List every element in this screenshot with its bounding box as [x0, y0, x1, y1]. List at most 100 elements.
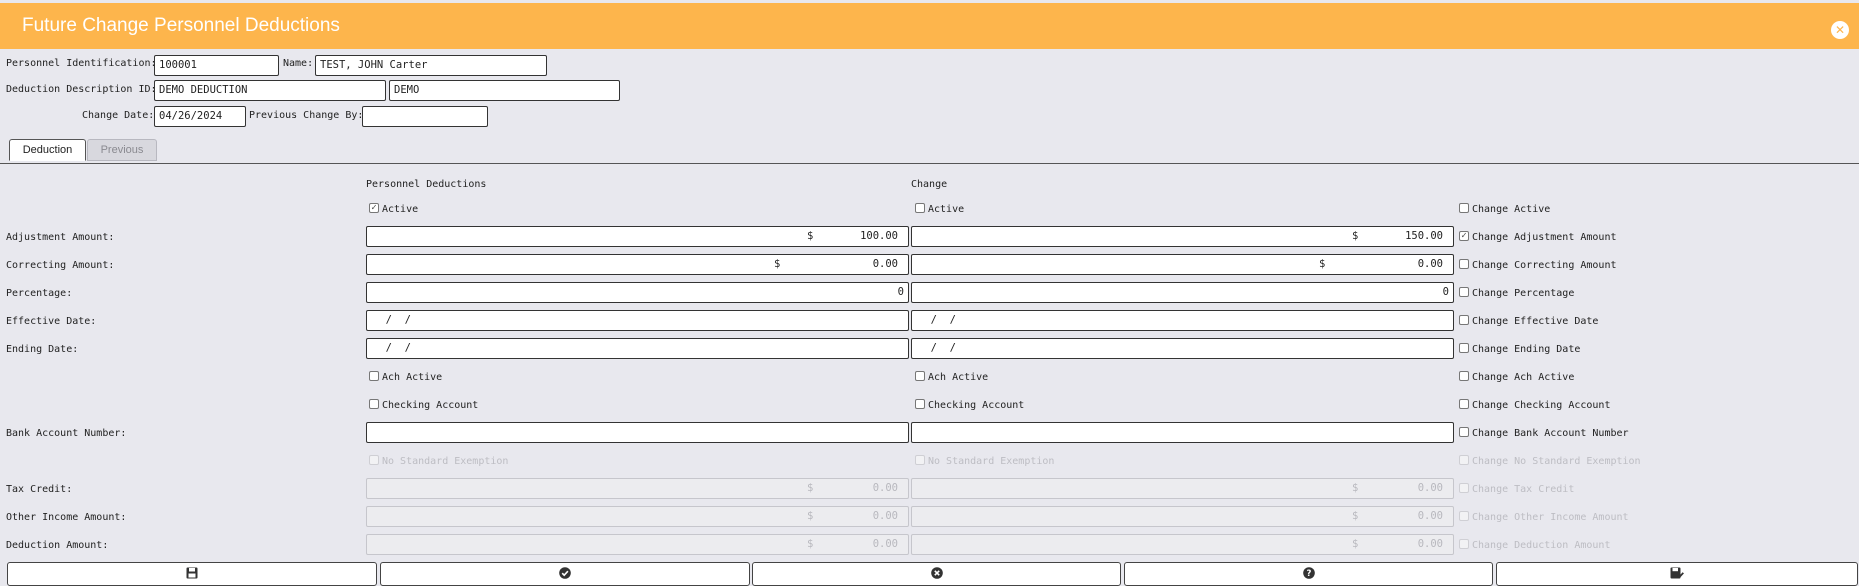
tax-credit-field: $0.00	[366, 478, 909, 499]
change-ending-date-field[interactable]: / /	[911, 338, 1454, 359]
personnel-id-label: Personnel Identification:	[6, 58, 157, 69]
change-active-value-label: Active	[928, 204, 965, 215]
other-income-field: $0.00	[366, 506, 909, 527]
effective-date-label: Effective Date:	[6, 316, 97, 327]
change-tax-credit-value: 0.00	[1417, 482, 1443, 494]
ach-active-label: Ach Active	[382, 372, 443, 383]
change-deduction-amount-value: 0.00	[1417, 538, 1443, 550]
cancel-button[interactable]	[752, 562, 1121, 586]
currency-symbol: $	[1319, 258, 1326, 270]
change-adjustment-amount-label: Change Adjustment Amount	[1472, 232, 1617, 243]
svg-text:?: ?	[1306, 569, 1311, 579]
help-button[interactable]: ?	[1124, 562, 1493, 586]
change-checking-account-label: Change Checking Account	[1472, 400, 1611, 411]
save-complete-button[interactable]	[1496, 562, 1858, 586]
no-std-exemption-checkbox	[369, 455, 379, 465]
change-date-field[interactable]: 04/26/2024	[154, 106, 246, 127]
change-correcting-amount-value: 0.00	[1417, 258, 1443, 270]
percentage-label: Percentage:	[6, 288, 73, 299]
change-checking-value-label: Checking Account	[928, 400, 1025, 411]
change-ach-active-checkbox[interactable]	[1459, 371, 1469, 381]
ok-button[interactable]	[380, 562, 750, 586]
name-label: Name:	[283, 58, 314, 69]
currency-symbol: $	[1352, 230, 1359, 242]
change-other-income-checkbox	[1459, 511, 1469, 521]
change-adjustment-amount-checkbox[interactable]: ✓	[1459, 231, 1469, 241]
column-header-change: Change	[911, 179, 948, 190]
change-no-std-exemption-label: Change No Standard Exemption	[1472, 456, 1641, 467]
change-adjustment-amount-field[interactable]: $150.00	[911, 226, 1454, 247]
adjustment-amount-label: Adjustment Amount:	[6, 232, 115, 243]
ending-date-field[interactable]: / /	[366, 338, 909, 359]
window-title: Future Change Personnel Deductions	[22, 15, 340, 36]
other-income-label: Other Income Amount:	[6, 512, 127, 523]
ach-active-checkbox[interactable]	[369, 371, 379, 381]
tab-divider	[0, 163, 1859, 164]
adjustment-amount-field[interactable]: $100.00	[366, 226, 909, 247]
x-circle-icon	[930, 567, 943, 582]
change-checking-account-checkbox[interactable]	[1459, 399, 1469, 409]
currency-symbol: $	[807, 230, 814, 242]
correcting-amount-field[interactable]: $0.00	[366, 254, 909, 275]
change-other-income-label: Change Other Income Amount	[1472, 512, 1629, 523]
active-label: Active	[382, 204, 419, 215]
change-bank-account-label: Change Bank Account Number	[1472, 428, 1629, 439]
correcting-amount-label: Correcting Amount:	[6, 260, 115, 271]
adjustment-amount-value: 100.00	[860, 230, 898, 242]
personnel-id-field[interactable]: 100001	[154, 55, 279, 76]
change-deduction-amount-field: $0.00	[911, 534, 1454, 555]
deduction-amount-value: 0.00	[872, 538, 898, 550]
change-active-value-checkbox[interactable]	[915, 203, 925, 213]
prev-change-by-label: Previous Change By:	[249, 110, 364, 121]
correcting-amount-value: 0.00	[872, 258, 898, 270]
tab-deduction[interactable]: Deduction	[9, 139, 86, 161]
ending-date-label: Ending Date:	[6, 344, 79, 355]
floppy-disk-icon	[186, 567, 198, 582]
change-other-income-value: 0.00	[1417, 510, 1443, 522]
deduction-id-label: Deduction Description ID:	[6, 84, 157, 95]
change-correcting-amount-label: Change Correcting Amount	[1472, 260, 1617, 271]
currency-symbol: $	[774, 258, 781, 270]
change-percentage-field[interactable]: 0	[911, 282, 1454, 303]
currency-symbol: $	[1352, 538, 1359, 550]
bank-account-field[interactable]	[366, 422, 909, 443]
change-date-label: Change Date:	[82, 110, 155, 121]
tax-credit-value: 0.00	[872, 482, 898, 494]
change-correcting-amount-field[interactable]: $0.00	[911, 254, 1454, 275]
change-tax-credit-label: Change Tax Credit	[1472, 484, 1575, 495]
tab-previous[interactable]: Previous	[87, 139, 157, 161]
change-ach-active-label: Change Ach Active	[1472, 372, 1575, 383]
change-no-std-exemption-value-label: No Standard Exemption	[928, 456, 1055, 467]
name-field[interactable]: TEST, JOHN Carter	[315, 55, 547, 76]
tax-credit-label: Tax Credit:	[6, 484, 73, 495]
change-percentage-checkbox[interactable]	[1459, 287, 1469, 297]
checking-account-checkbox[interactable]	[369, 399, 379, 409]
no-std-exemption-label: No Standard Exemption	[382, 456, 509, 467]
change-checking-value-checkbox[interactable]	[915, 399, 925, 409]
checking-account-label: Checking Account	[382, 400, 479, 411]
deduction-amount-label: Deduction Amount:	[6, 540, 109, 551]
save-button[interactable]	[7, 562, 377, 586]
percentage-field[interactable]: 0	[366, 282, 909, 303]
change-percentage-label: Change Percentage	[1472, 288, 1575, 299]
change-bank-account-checkbox[interactable]	[1459, 427, 1469, 437]
change-ach-active-value-checkbox[interactable]	[915, 371, 925, 381]
close-icon[interactable]: ✕	[1831, 21, 1849, 39]
effective-date-field[interactable]: / /	[366, 310, 909, 331]
change-ending-date-checkbox[interactable]	[1459, 343, 1469, 353]
change-deduction-amount-checkbox	[1459, 539, 1469, 549]
change-active-checkbox[interactable]	[1459, 203, 1469, 213]
other-income-value: 0.00	[872, 510, 898, 522]
change-tax-credit-checkbox	[1459, 483, 1469, 493]
change-bank-account-field[interactable]	[911, 422, 1454, 443]
change-effective-date-label: Change Effective Date	[1472, 316, 1599, 327]
floppy-check-icon	[1670, 567, 1684, 582]
change-active-label: Change Active	[1472, 204, 1551, 215]
active-checkbox[interactable]: ✓	[369, 203, 379, 213]
change-effective-date-checkbox[interactable]	[1459, 315, 1469, 325]
change-ending-date-label: Change Ending Date	[1472, 344, 1581, 355]
currency-symbol: $	[807, 482, 814, 494]
change-effective-date-field[interactable]: / /	[911, 310, 1454, 331]
deduction-id-field[interactable]: DEMO DEDUCTION	[154, 80, 386, 101]
change-correcting-amount-checkbox[interactable]	[1459, 259, 1469, 269]
